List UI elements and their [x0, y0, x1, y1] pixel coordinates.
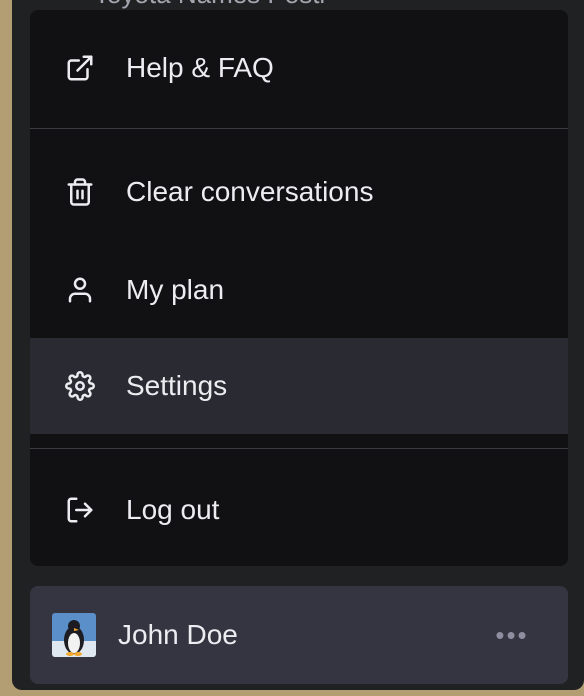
conversation-peek-title: Toyota Names Posti [94, 0, 325, 10]
menu-item-label: Help & FAQ [126, 52, 274, 83]
menu-item-label: Settings [126, 370, 228, 401]
menu-divider [30, 128, 568, 129]
menu-item-my-plan[interactable]: My plan [30, 242, 568, 338]
menu-item-clear-conversations[interactable]: Clear conversations [30, 144, 568, 240]
gear-icon [64, 370, 96, 402]
menu-item-help-faq[interactable]: Help & FAQ [30, 20, 568, 116]
logout-icon [64, 494, 96, 526]
user-account-button[interactable]: John Doe ••• [30, 586, 568, 684]
menu-item-label: My plan [126, 274, 225, 305]
more-options-icon[interactable]: ••• [492, 615, 532, 655]
penguin-avatar-icon [52, 613, 96, 657]
menu-item-label: Log out [126, 494, 220, 525]
menu-item-settings[interactable]: Settings [30, 338, 568, 434]
menu-item-log-out[interactable]: Log out [30, 462, 568, 558]
user-icon [64, 274, 96, 306]
account-menu: Help & FAQ Clear conversations My plan S… [30, 10, 568, 566]
menu-item-label: Clear conversations [126, 176, 374, 207]
user-name: John Doe [118, 619, 238, 650]
trash-icon [64, 176, 96, 208]
external-link-icon [64, 52, 96, 84]
conversation-peek: Toyota Names Posti [30, 0, 325, 9]
menu-divider [30, 448, 568, 449]
